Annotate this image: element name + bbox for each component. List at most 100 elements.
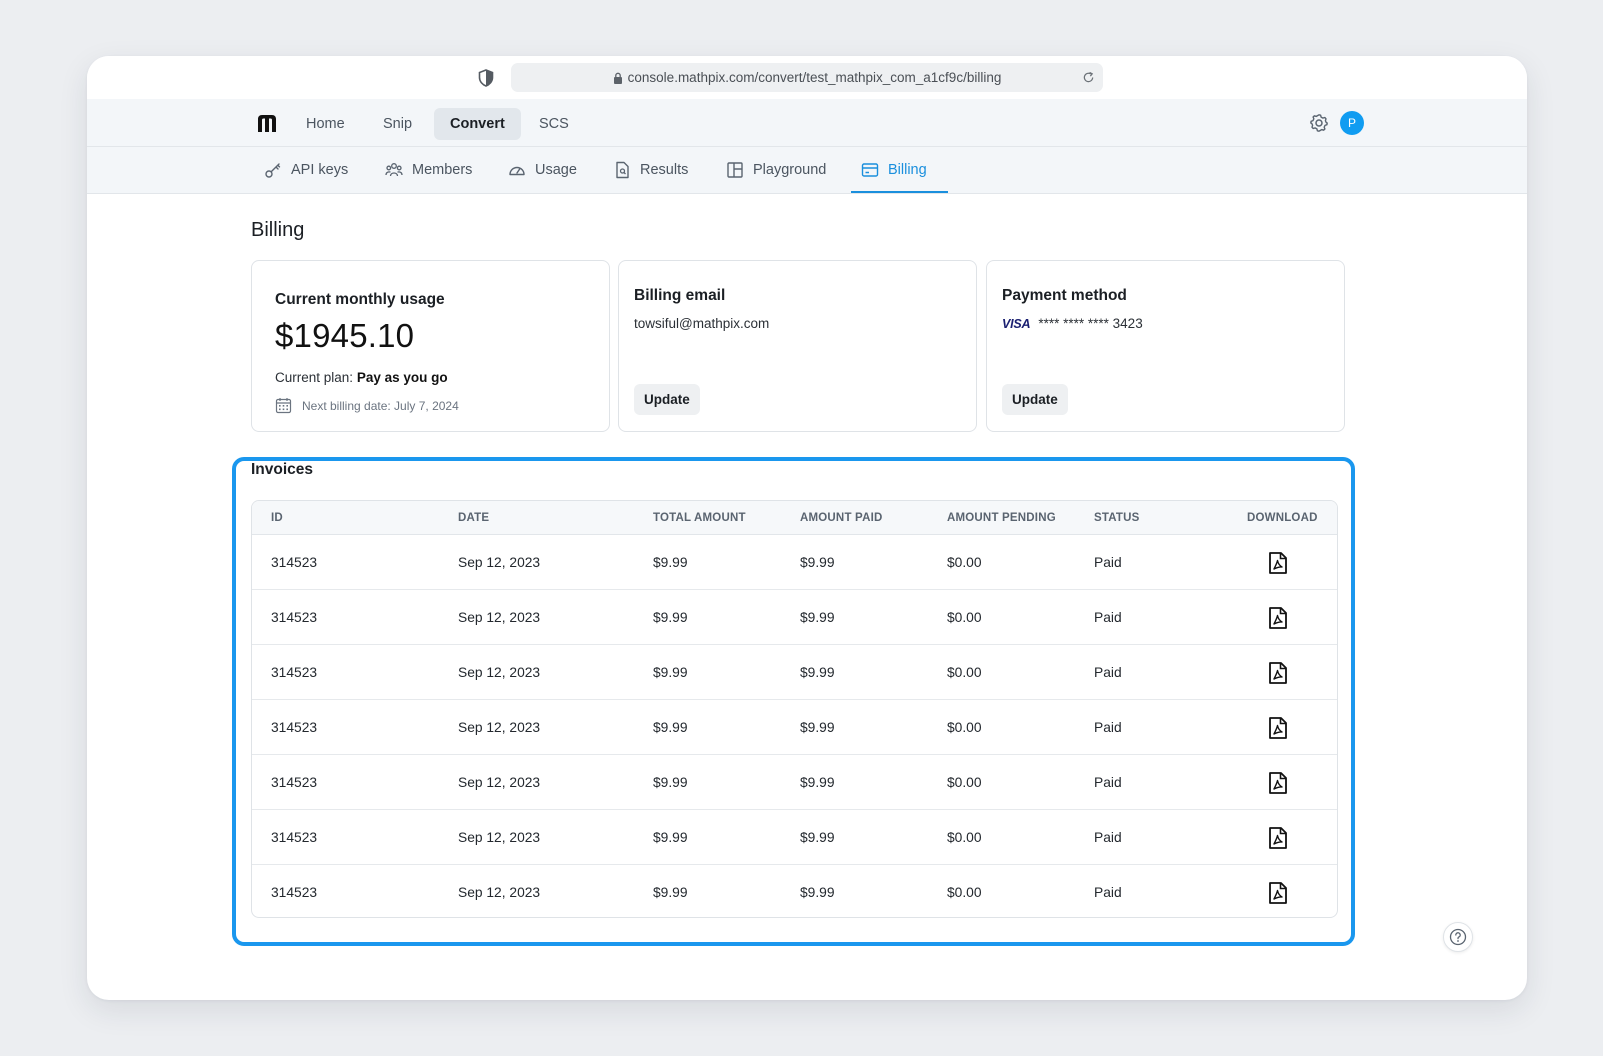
cell-id: 314523 [271,610,318,625]
cell-amount-paid: $9.99 [800,555,835,570]
document-icon [616,161,629,179]
tab-home[interactable]: Home [290,108,361,140]
column-header-amount-pending: AMOUNT PENDING [947,512,1056,524]
cell-amount-pending: $0.00 [947,555,982,570]
download-pdf-icon[interactable] [1268,552,1288,574]
cell-status: Paid [1094,610,1122,625]
cell-id: 314523 [271,830,318,845]
cell-amount-paid: $9.99 [800,775,835,790]
active-tab-indicator [851,191,948,193]
usage-card-title: Current monthly usage [275,291,445,308]
billing-email-title: Billing email [634,287,726,304]
visa-logo-icon: VISA [1002,316,1031,331]
usage-amount: $1945.10 [275,317,415,354]
payment-method-card: Payment method VISA **** **** **** 3423 … [986,260,1345,432]
cell-id: 314523 [271,665,318,680]
column-header-download: DOWNLOAD [1247,512,1318,524]
tab-billing[interactable]: Billing [861,147,927,193]
tab-api-keys[interactable]: API keys [264,147,348,193]
browser-window: console.mathpix.com/convert/test_mathpix… [87,56,1527,1000]
table-row: 314523 Sep 12, 2023 $9.99 $9.99 $0.00 Paid [252,645,1337,700]
tab-usage[interactable]: Usage [508,147,577,193]
cell-amount-pending: $0.00 [947,830,982,845]
cell-total-amount: $9.99 [653,665,688,680]
next-billing-date: Next billing date: July 7, 2024 [275,397,459,414]
column-header-total-amount: TOTAL AMOUNT [653,512,746,524]
cell-total-amount: $9.99 [653,720,688,735]
tab-label: Results [640,162,689,178]
cell-status: Paid [1094,885,1122,900]
card-number: **** **** **** 3423 [1038,316,1143,331]
tab-members[interactable]: Members [385,147,472,193]
cell-date: Sep 12, 2023 [458,830,541,845]
tab-snip[interactable]: Snip [367,108,428,140]
cell-status: Paid [1094,720,1122,735]
billing-icon [861,163,879,177]
tab-label: Billing [888,162,927,178]
cell-amount-pending: $0.00 [947,610,982,625]
lock-icon [613,72,622,84]
next-billing-text: Next billing date: July 7, 2024 [302,398,459,413]
download-pdf-icon[interactable] [1268,717,1288,739]
update-payment-button[interactable]: Update [1002,384,1068,415]
cell-status: Paid [1094,665,1122,680]
cell-id: 314523 [271,885,318,900]
reload-icon[interactable] [1082,71,1095,84]
gear-icon[interactable] [1309,113,1329,133]
download-pdf-icon[interactable] [1268,882,1288,904]
tab-scs[interactable]: SCS [523,108,585,140]
column-header-amount-paid: AMOUNT PAID [800,512,883,524]
billing-email-card: Billing email towsiful@mathpix.com Updat… [618,260,977,432]
column-header-status: STATUS [1094,512,1140,524]
cell-amount-paid: $9.99 [800,720,835,735]
browser-toolbar: console.mathpix.com/convert/test_mathpix… [87,56,1527,99]
table-row: 314523 Sep 12, 2023 $9.99 $9.99 $0.00 Paid [252,755,1337,810]
shield-icon[interactable] [478,69,494,87]
column-header-date: DATE [458,512,490,524]
layout-icon [727,162,743,178]
cell-total-amount: $9.99 [653,830,688,845]
download-pdf-icon[interactable] [1268,772,1288,794]
tab-playground[interactable]: Playground [726,147,826,193]
payment-method-title: Payment method [1002,287,1127,304]
billing-email-value: towsiful@mathpix.com [634,316,770,331]
tab-results[interactable]: Results [613,147,688,193]
url-text: console.mathpix.com/convert/test_mathpix… [627,70,1002,85]
plan-label: Current plan: [275,370,354,385]
download-pdf-icon[interactable] [1268,827,1288,849]
cell-id: 314523 [271,555,318,570]
sub-navigation: API keys Members Usage Results Playgroun… [87,147,1527,194]
payment-card-info: VISA **** **** **** 3423 [1002,316,1143,331]
cell-id: 314523 [271,720,318,735]
mathpix-logo-icon[interactable] [256,113,278,134]
cell-amount-pending: $0.00 [947,775,982,790]
cell-status: Paid [1094,775,1122,790]
usage-card: Current monthly usage $1945.10 Current p… [251,260,610,432]
download-pdf-icon[interactable] [1268,607,1288,629]
update-email-button[interactable]: Update [634,384,700,415]
column-header-id: ID [271,512,283,524]
download-pdf-icon[interactable] [1268,662,1288,684]
members-icon [385,163,403,177]
current-plan: Current plan: Pay as you go [275,370,448,385]
page-title: Billing [251,219,305,241]
table-row: 314523 Sep 12, 2023 $9.99 $9.99 $0.00 Paid [252,865,1337,917]
cell-amount-paid: $9.99 [800,665,835,680]
calendar-icon [275,398,292,414]
help-button[interactable] [1443,922,1473,952]
cell-date: Sep 12, 2023 [458,885,541,900]
tab-label: Usage [535,162,577,178]
address-bar[interactable]: console.mathpix.com/convert/test_mathpix… [511,63,1103,92]
cell-amount-paid: $9.99 [800,885,835,900]
top-navigation: Home Snip Convert SCS P [87,99,1527,147]
tab-convert[interactable]: Convert [434,108,521,140]
cell-total-amount: $9.99 [653,610,688,625]
cell-status: Paid [1094,555,1122,570]
table-row: 314523 Sep 12, 2023 $9.99 $9.99 $0.00 Paid [252,700,1337,755]
cell-amount-pending: $0.00 [947,665,982,680]
cell-date: Sep 12, 2023 [458,610,541,625]
cell-total-amount: $9.99 [653,885,688,900]
cell-amount-pending: $0.00 [947,885,982,900]
cell-amount-pending: $0.00 [947,720,982,735]
avatar[interactable]: P [1340,111,1364,135]
